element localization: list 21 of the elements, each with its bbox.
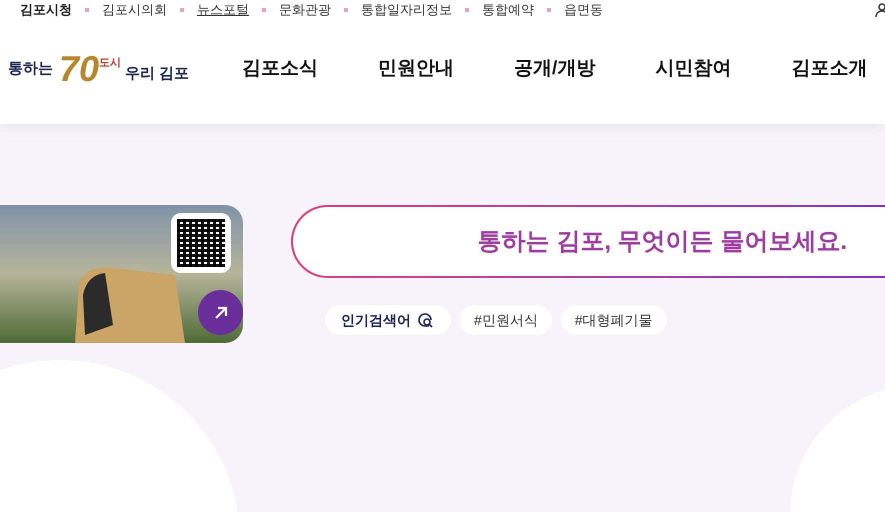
search-tag[interactable]: #대형폐기물 [560,305,667,335]
top-link[interactable]: 뉴스포털 [197,0,249,20]
nav-menu-item[interactable]: 김포소식 [242,54,318,84]
train-banner-image[interactable] [0,205,243,343]
popular-searches-label: 인기검색어 [325,305,451,335]
search-tag[interactable]: #민원서식 [460,305,552,335]
arrow-up-right-icon [212,304,228,320]
search-field[interactable]: 통하는 김포, 무엇이든 물어보세요. [291,205,885,278]
nav-menu-item[interactable]: 공개/개방 [514,54,596,84]
top-link[interactable]: 통합예약 [482,0,534,20]
top-link[interactable]: 김포시청 [20,0,72,20]
nav-menu-item[interactable]: 김포소개 [791,54,868,84]
top-link[interactable]: 김포시의회 [102,0,167,20]
top-link[interactable]: 통합일자리정보 [361,0,452,20]
nav-menu-item[interactable]: 민원안내 [378,54,454,84]
top-link[interactable]: 읍면동 [564,0,603,20]
top-link[interactable]: 문화관광 [279,0,331,20]
search-icon [417,312,435,328]
user-icon[interactable] [875,3,885,17]
qr-code-icon [171,213,231,273]
nav-menu-item[interactable]: 시민참여 [655,54,732,84]
